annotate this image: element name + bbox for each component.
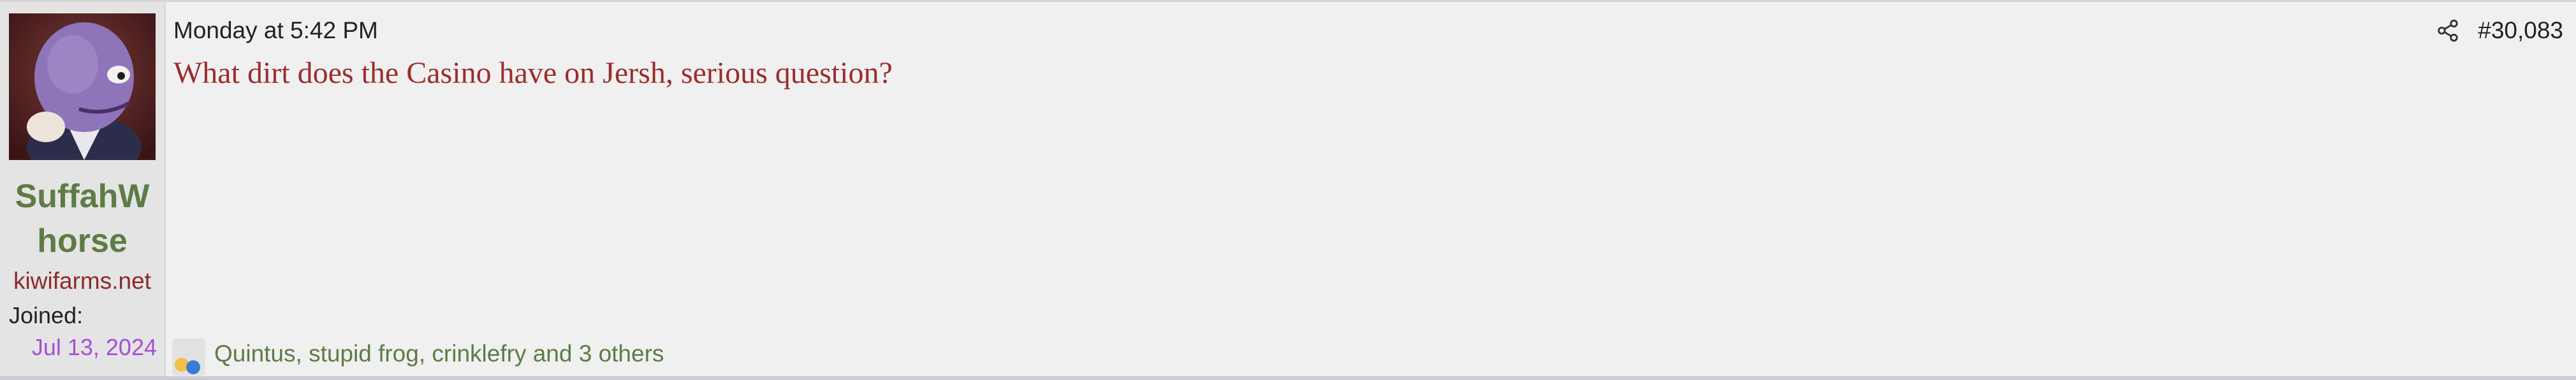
post-number-link[interactable]: #30,083 — [2478, 16, 2563, 45]
user-title: kiwifarms.net — [13, 268, 151, 294]
post-message: What dirt does the Casino have on Jersh,… — [173, 56, 893, 90]
joined-label: Joined: — [9, 302, 84, 328]
share-icon[interactable] — [2436, 18, 2460, 43]
avatar-image — [9, 13, 156, 160]
avatar[interactable] — [9, 13, 156, 160]
user-sidebar: SuffahW horse kiwifarms.net Joined: Jul … — [0, 2, 166, 376]
username-link[interactable]: SuffahW horse — [0, 174, 165, 263]
username-line-1: SuffahW — [15, 178, 150, 215]
post-date-link[interactable]: Monday at 5:42 PM — [173, 16, 378, 45]
forum-post: SuffahW horse kiwifarms.net Joined: Jul … — [0, 0, 2576, 380]
joined-date: Jul 13, 2024 — [31, 334, 157, 360]
post-meta: #30,083 — [2436, 16, 2563, 45]
reaction-users-link[interactable]: Quintus, stupid frog, crinklefry and 3 o… — [214, 339, 664, 369]
reaction-icons[interactable] — [172, 339, 205, 376]
username-line-2: horse — [37, 223, 128, 259]
reaction-blue-icon — [186, 360, 200, 374]
reactions-bar: Quintus, stupid frog, crinklefry and 3 o… — [172, 339, 664, 376]
